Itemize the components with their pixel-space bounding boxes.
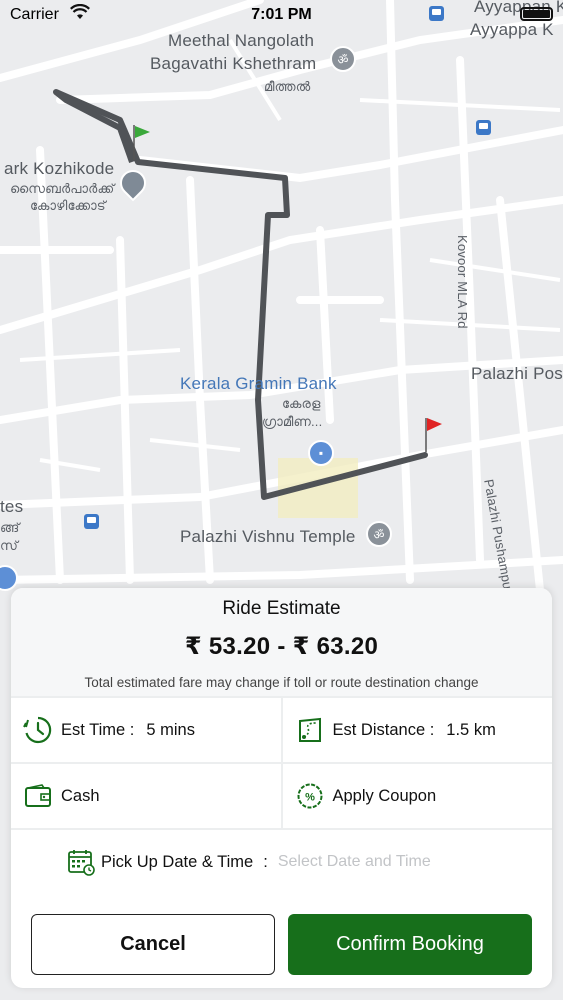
estimate-row: Est Time : 5 mins Est Distance : 1.5 km [11,696,552,762]
map-label-palazhi-post: Palazhi Pos [471,364,563,383]
fare-note: Total estimated fare may change if toll … [84,675,479,690]
map-label-tes-ml1: ങ്ങ് [0,520,20,535]
pickup-label: Pick Up Date & Time [101,852,254,871]
bus-stop-icon-2[interactable] [476,120,491,135]
status-bar: Carrier 7:01 PM [0,0,563,30]
est-time-cell: Est Time : 5 mins [11,698,281,762]
apply-coupon-button[interactable]: % Apply Coupon [280,764,553,828]
map-label-kovoor: Kovoor MLA Rd [455,235,470,329]
clock-icon [23,715,53,745]
confirm-booking-button[interactable]: Confirm Booking [288,914,532,975]
map-label-tes: tes [0,497,24,516]
est-time-label: Est Time : [61,720,135,739]
map-label-meethal-ml: മീത്തൽ [264,79,311,94]
calendar-icon [68,850,95,876]
bank-pin-icon[interactable]: ▪ [308,440,334,466]
map-label-palazhi-temple: Palazhi Vishnu Temple [180,527,356,546]
sheet-title: Ride Estimate [222,598,341,619]
wallet-icon [23,781,53,811]
est-time-value: 5 mins [146,720,195,739]
action-buttons: Cancel Confirm Booking [11,914,552,975]
map-label-cyberpark-ml2: കോഴിക്കോട് [30,198,106,213]
ride-estimate-sheet: Ride Estimate ₹ 53.20 - ₹ 63.20 Total es… [11,588,552,988]
est-distance-cell: Est Distance : 1.5 km [280,698,553,762]
pickup-datetime-field[interactable]: Select Date and Time [278,853,431,871]
payment-row: Cash % Apply Coupon [11,762,552,828]
cancel-button[interactable]: Cancel [31,914,275,975]
temple-pin-icon-2[interactable]: ॐ [366,521,392,547]
coupon-label: Apply Coupon [332,786,437,805]
estimate-header: Ride Estimate ₹ 53.20 - ₹ 63.20 Total es… [11,588,552,696]
svg-text:%: % [305,792,315,804]
est-distance-value: 1.5 km [446,720,496,739]
map-label-kerala-ml2: ഗ്രാമീണ... [262,414,323,429]
map-label-kerala-ml1: കേരള [282,396,321,411]
route-map-icon [295,715,325,745]
coupon-icon: % [295,781,325,811]
battery-icon [520,7,553,21]
end-flag-icon [425,418,442,452]
temple-pin-icon[interactable]: ॐ [330,46,356,72]
map-label-bagavathi: Bagavathi Kshethram [150,54,317,73]
map-label-tes-ml2: സ് [0,538,19,553]
payment-label: Cash [61,786,100,805]
status-time: 7:01 PM [251,6,312,23]
bus-stop-icon-3[interactable] [84,514,99,529]
pickup-datetime-row[interactable]: Pick Up Date & Time : Select Date and Ti… [11,828,552,894]
est-distance-label: Est Distance : [332,720,435,739]
fare-range: ₹ 53.20 - ₹ 63.20 [184,633,379,660]
map-label-kerala-bank: Kerala Gramin Bank [180,374,337,393]
map-label-cyberpark-ml1: സൈബർപാർക്ക് [10,181,115,196]
map-label-meethal: Meethal Nangolath [168,31,315,50]
payment-method-button[interactable]: Cash [11,764,281,828]
pickup-separator: : [263,852,268,871]
map-label-cyberpark: ark Kozhikode [4,159,115,178]
